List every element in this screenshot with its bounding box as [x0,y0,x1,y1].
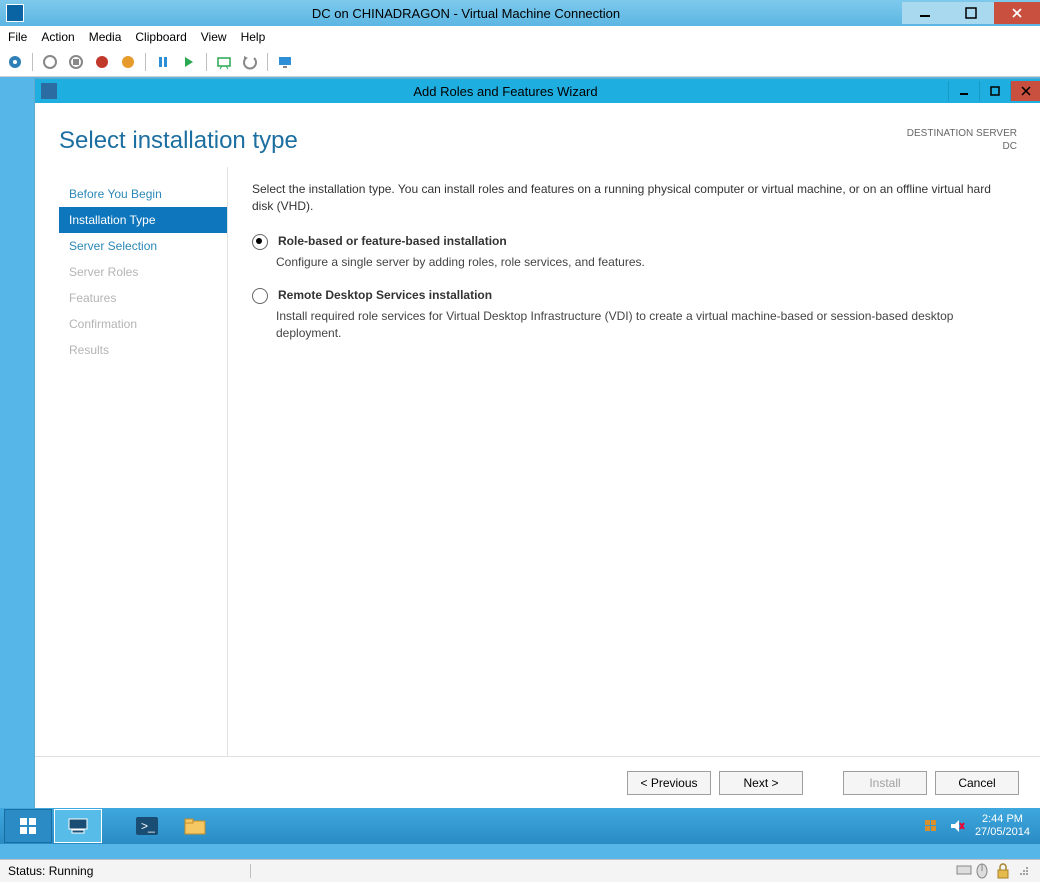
pause-icon[interactable] [152,51,174,73]
intro-text: Select the installation type. You can in… [252,181,1013,215]
shutdown-icon[interactable] [91,51,113,73]
wizard-minimize-button[interactable] [948,81,979,101]
powershell-icon: >_ [135,816,159,836]
destination-block: DESTINATION SERVER DC [907,127,1017,153]
guest-taskbar: >_ 2:44 PM 27/05/2014 [0,808,1040,844]
wizard-window: Add Roles and Features Wizard Select ins… [34,78,1040,810]
previous-button[interactable]: < Previous [627,771,711,795]
toolbar-separator [32,53,33,71]
wizard-titlebar-buttons [948,81,1040,101]
system-tray: 2:44 PM 27/05/2014 [923,813,1036,839]
wizard-icon [41,83,57,99]
taskbar-clock[interactable]: 2:44 PM 27/05/2014 [975,813,1030,839]
cancel-button[interactable]: Cancel [935,771,1019,795]
destination-value: DC [907,140,1017,153]
clock-date: 27/05/2014 [975,826,1030,839]
toolbar [0,48,1040,77]
wizard-body: Select installation type DESTINATION SER… [35,103,1040,809]
menu-file[interactable]: File [8,30,27,44]
wizard-main: Before You Begin Installation Type Serve… [35,167,1040,756]
destination-label: DESTINATION SERVER [907,127,1017,140]
ctrl-alt-del-icon[interactable] [4,51,26,73]
reset-icon[interactable] [178,51,200,73]
menu-view[interactable]: View [201,30,227,44]
option-remote-desktop[interactable]: Remote Desktop Services installation [252,287,1013,304]
option-title: Role-based or feature-based installation [278,233,507,250]
stop-icon[interactable] [65,51,87,73]
wizard-title: Add Roles and Features Wizard [63,84,948,99]
folder-icon [183,816,207,836]
disk-icon [956,863,972,879]
nav-before-you-begin[interactable]: Before You Begin [59,181,227,207]
start-button[interactable] [4,809,52,843]
minimize-button[interactable] [902,2,948,24]
server-manager-icon [67,817,89,835]
vm-connection-window: DC on CHINADRAGON - Virtual Machine Conn… [0,0,1040,882]
option-desc: Configure a single server by adding role… [276,254,1013,271]
svg-text:>_: >_ [141,819,155,833]
lock-icon [996,863,1012,879]
task-server-manager[interactable] [54,809,102,843]
status-text: Status: Running [8,864,240,878]
wizard-close-button[interactable] [1010,81,1040,101]
mouse-icon [976,863,992,879]
status-separator [250,864,251,878]
flag-icon[interactable] [923,818,939,834]
nav-server-selection[interactable]: Server Selection [59,233,227,259]
maximize-button[interactable] [948,2,994,24]
option-desc: Install required role services for Virtu… [276,308,1013,342]
toolbar-separator [145,53,146,71]
nav-features: Features [59,285,227,311]
save-icon[interactable] [117,51,139,73]
status-icons [956,863,1032,879]
task-explorer[interactable] [172,810,218,842]
toolbar-separator [206,53,207,71]
wizard-footer: < Previous Next > Install Cancel [35,756,1040,809]
install-button: Install [843,771,927,795]
titlebar: DC on CHINADRAGON - Virtual Machine Conn… [0,0,1040,26]
wizard-nav: Before You Begin Installation Type Serve… [59,167,228,756]
task-powershell[interactable]: >_ [124,810,170,842]
nav-server-roles: Server Roles [59,259,227,285]
next-button[interactable]: Next > [719,771,803,795]
menubar: File Action Media Clipboard View Help [0,26,1040,48]
screen-icon[interactable] [274,51,296,73]
app-icon [6,4,24,22]
snapshot-icon[interactable] [213,51,235,73]
radio-icon[interactable] [252,234,268,250]
option-title: Remote Desktop Services installation [278,287,492,304]
close-button[interactable] [994,2,1040,24]
start-icon[interactable] [39,51,61,73]
wizard-content: Select the installation type. You can in… [228,167,1040,756]
menu-action[interactable]: Action [41,30,74,44]
titlebar-buttons [902,2,1040,24]
option-role-based[interactable]: Role-based or feature-based installation [252,233,1013,250]
wizard-header: Select installation type DESTINATION SER… [35,103,1040,167]
nav-confirmation: Confirmation [59,311,227,337]
menu-help[interactable]: Help [241,30,266,44]
resize-grip-icon[interactable] [1016,863,1032,879]
wizard-titlebar: Add Roles and Features Wizard [35,79,1040,103]
nav-results: Results [59,337,227,363]
statusbar: Status: Running [0,859,1040,882]
nav-installation-type[interactable]: Installation Type [59,207,227,233]
menu-media[interactable]: Media [89,30,122,44]
menu-clipboard[interactable]: Clipboard [135,30,186,44]
revert-icon[interactable] [239,51,261,73]
page-heading: Select installation type [59,127,298,155]
windows-icon [18,816,38,836]
toolbar-separator [267,53,268,71]
wizard-maximize-button[interactable] [979,81,1010,101]
clock-time: 2:44 PM [975,813,1030,826]
radio-icon[interactable] [252,288,268,304]
window-title: DC on CHINADRAGON - Virtual Machine Conn… [30,6,902,21]
volume-mute-icon[interactable] [949,818,965,834]
